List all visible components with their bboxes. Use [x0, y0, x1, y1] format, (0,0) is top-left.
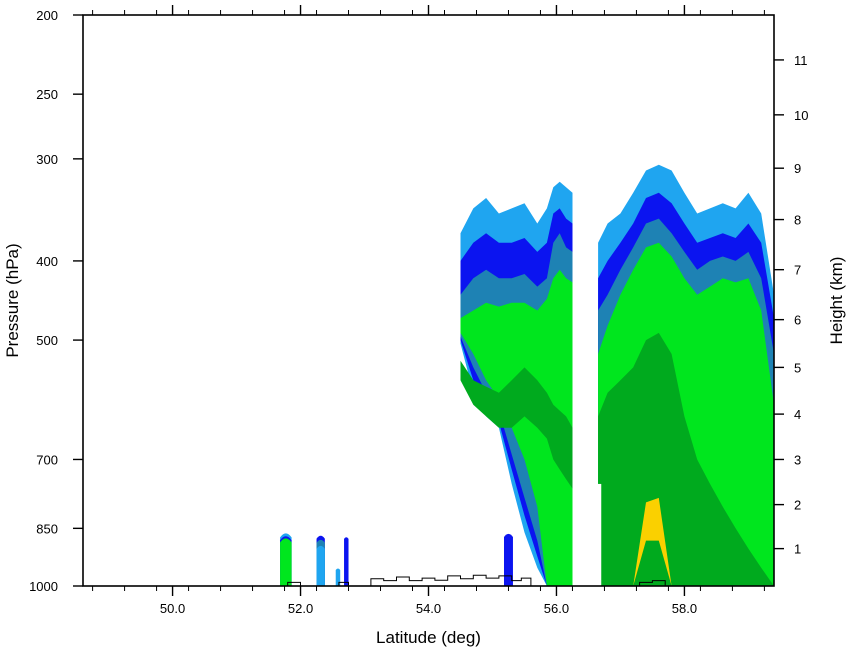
- contour-fill-layer: [280, 164, 774, 587]
- clear-gap: [596, 483, 602, 586]
- x-tick-label: 50.0: [160, 601, 185, 616]
- y-tick-label: 200: [36, 8, 58, 23]
- y-tick-label: 400: [36, 254, 58, 269]
- x-axis-title: Latitude (deg): [376, 628, 481, 647]
- x-tick-label: 58.0: [672, 601, 697, 616]
- x-tick-label: 56.0: [544, 601, 569, 616]
- y-tick-label: 700: [36, 452, 58, 467]
- y-axis-height: 1 2 3 4 5 6 7 8 9 10 11: [774, 53, 808, 557]
- y2-tick-label: 7: [794, 263, 801, 278]
- contour-cell-4-level-2: [344, 537, 349, 586]
- y-tick-label: 500: [36, 333, 58, 348]
- x-tick-label: 54.0: [416, 601, 441, 616]
- y2-tick-label: 3: [794, 452, 801, 467]
- y2-tick-label: 1: [794, 542, 801, 557]
- y2-axis-title: Height (km): [827, 257, 846, 345]
- y2-tick-label: 6: [794, 313, 801, 328]
- y2-tick-label: 9: [794, 161, 801, 176]
- contour-cell-2-level-1: [316, 545, 325, 586]
- y-axis-pressure: 200 250 300 400 500 700 850 1000: [29, 8, 83, 594]
- cross-section-chart: 50.0 52.0 54.0 56.0 58.0 200 250 300 400 500 700 8…: [3, 5, 846, 647]
- y2-tick-label: 2: [794, 498, 801, 513]
- y2-tick-label: 5: [794, 360, 801, 375]
- y-tick-label: 1000: [29, 579, 58, 594]
- y-tick-label: 300: [36, 152, 58, 167]
- y2-tick-label: 11: [794, 53, 808, 68]
- y-axis-title: Pressure (hPa): [3, 243, 22, 357]
- y2-tick-label: 8: [794, 213, 801, 228]
- contour-cell-1-level-4: [280, 538, 292, 586]
- y2-tick-label: 4: [794, 407, 801, 422]
- y-tick-label: 850: [36, 521, 58, 536]
- y-tick-label: 250: [36, 87, 58, 102]
- x-tick-label: 52.0: [288, 601, 313, 616]
- contour-cell-3-level-1: [335, 568, 341, 586]
- y2-tick-label: 10: [794, 108, 808, 123]
